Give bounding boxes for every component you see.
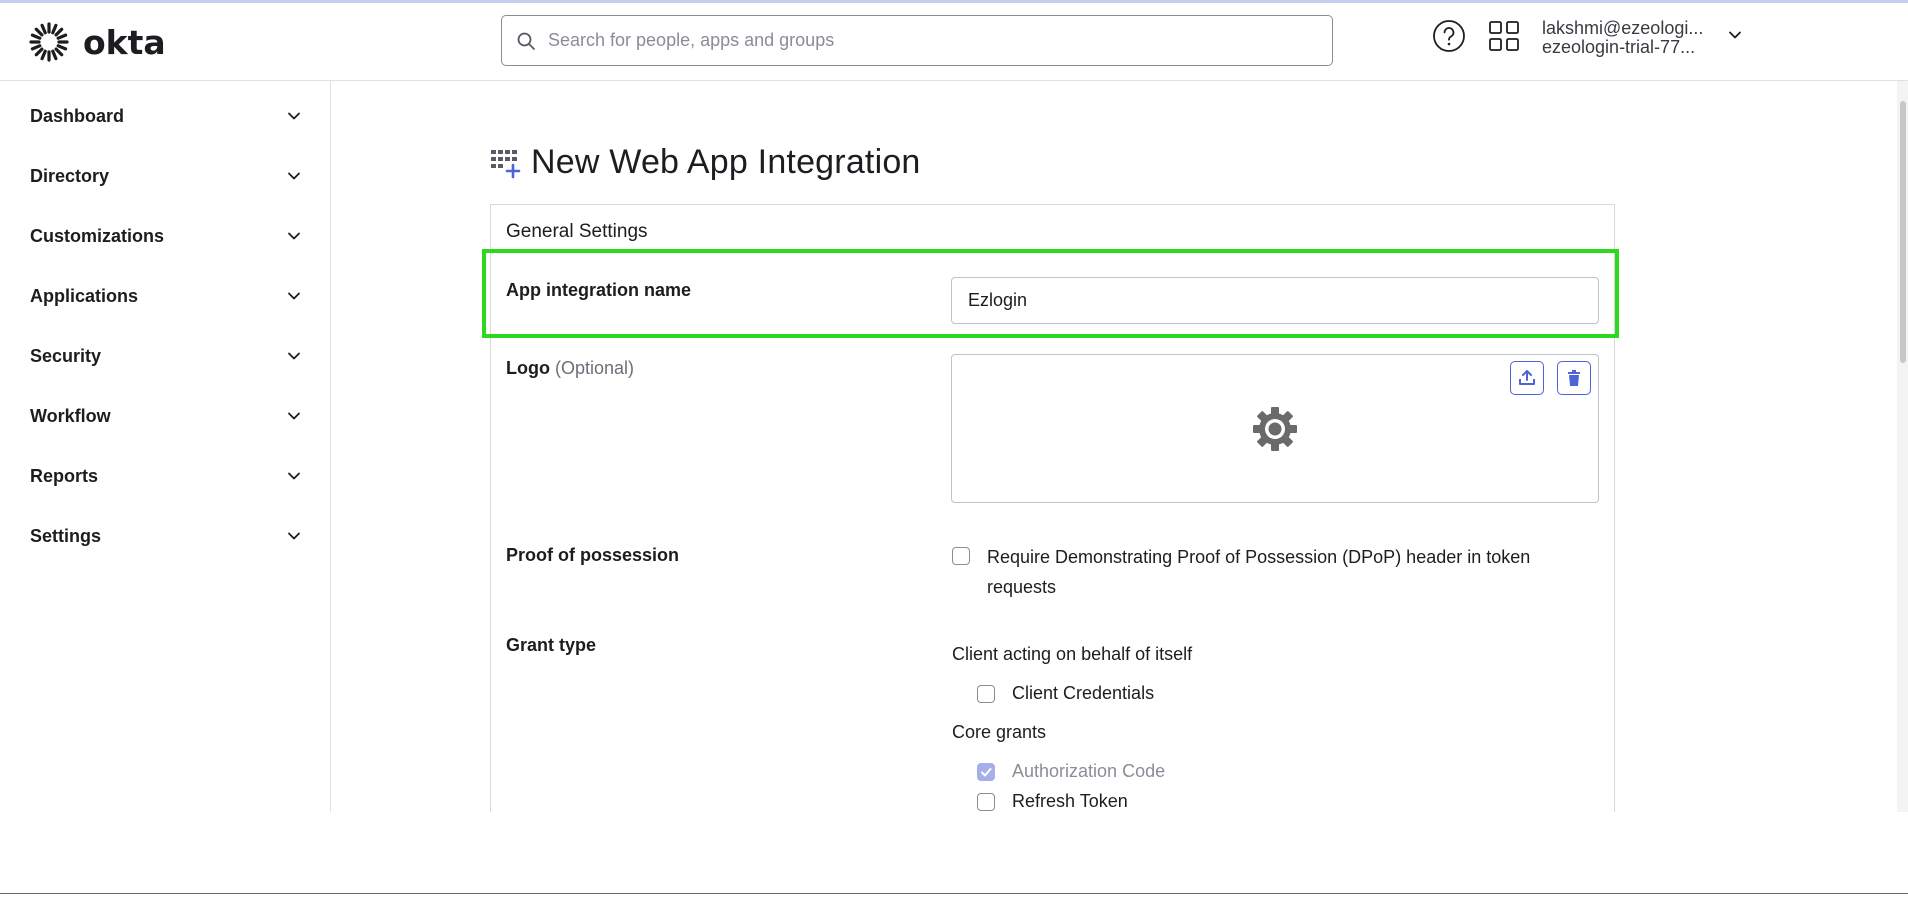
chevron-down-icon[interactable] (1727, 27, 1743, 43)
sidebar-item-workflow[interactable]: Workflow (30, 396, 302, 436)
app-name-input[interactable] (951, 277, 1599, 324)
sidebar-item-customizations[interactable]: Customizations (30, 216, 302, 256)
scrollbar-thumb[interactable] (1900, 101, 1906, 363)
refresh-token-checkbox[interactable] (977, 793, 995, 811)
sidebar-nav: Dashboard Directory Customizations Appli… (0, 81, 331, 812)
chevron-down-icon (288, 112, 300, 120)
sidebar-item-label: Directory (30, 165, 110, 186)
logo-upload-area[interactable] (951, 354, 1599, 503)
chevron-down-icon (288, 292, 300, 300)
user-menu[interactable]: lakshmi@ezeologi... ezeologin-trial-77..… (1542, 15, 1710, 59)
sidebar-item-label: Applications (30, 285, 139, 306)
sidebar-item-label: Security (30, 345, 102, 366)
sidebar-item-applications[interactable]: Applications (30, 276, 302, 316)
client-credentials-checkbox[interactable] (977, 685, 995, 703)
chevron-down-icon (288, 172, 300, 180)
user-org: ezeologin-trial-77... (1542, 37, 1696, 57)
app-grid-icon[interactable] (1488, 20, 1520, 52)
pop-label: Proof of possession (506, 545, 680, 565)
client-group-label: Client acting on behalf of itself (952, 644, 1193, 664)
chevron-down-icon (288, 472, 300, 480)
dpop-checkbox-label[interactable]: Require Demonstrating Proof of Possessio… (987, 542, 1567, 602)
sidebar-item-directory[interactable]: Directory (30, 156, 302, 196)
chevron-down-icon (288, 412, 300, 420)
page-title: New Web App Integration (531, 143, 921, 181)
search-bar[interactable] (501, 15, 1333, 66)
search-input[interactable] (546, 29, 1310, 52)
upload-logo-button[interactable] (1510, 361, 1544, 395)
client-credentials-label[interactable]: Client Credentials (1012, 683, 1154, 704)
bottom-divider (0, 893, 1908, 894)
sidebar-item-security[interactable]: Security (30, 336, 302, 376)
search-icon (517, 32, 535, 50)
sidebar-item-settings[interactable]: Settings (30, 516, 302, 556)
delete-logo-button[interactable] (1557, 361, 1591, 395)
authorization-code-checkbox[interactable] (977, 763, 995, 781)
add-app-grid-icon (491, 149, 521, 178)
core-grants-label: Core grants (952, 722, 1047, 742)
authorization-code-label: Authorization Code (1012, 761, 1166, 781)
app-name-label: App integration name (506, 280, 692, 300)
checkmark-icon (981, 768, 992, 777)
refresh-token-label[interactable]: Refresh Token (1012, 791, 1128, 812)
page-header: New Web App Integration (490, 143, 921, 182)
upload-icon (1519, 370, 1535, 385)
okta-logo[interactable]: okta (29, 22, 166, 62)
top-header: okta lakshmi@ezeologi... ezeologin-trial… (0, 3, 1908, 81)
logo-label-text: Logo (506, 358, 550, 378)
okta-sunburst-icon (29, 22, 69, 62)
chevron-down-icon (288, 532, 300, 540)
trash-icon (1568, 370, 1580, 386)
logo-label: Logo (Optional) (506, 358, 634, 379)
section-title: General Settings (506, 221, 648, 242)
sidebar-item-label: Dashboard (30, 105, 125, 126)
sidebar-item-label: Customizations (30, 225, 165, 246)
bottom-blank-area (0, 812, 1908, 899)
sidebar-item-reports[interactable]: Reports (30, 456, 302, 496)
help-icon[interactable] (1432, 19, 1466, 53)
grant-type-label: Grant type (506, 635, 597, 655)
chevron-down-icon (288, 352, 300, 360)
chevron-down-icon (288, 232, 300, 240)
brand-name: okta (83, 22, 166, 62)
sidebar-item-label: Workflow (30, 405, 111, 426)
gear-icon (1253, 407, 1297, 451)
dpop-checkbox[interactable] (952, 547, 970, 565)
sidebar-item-dashboard[interactable]: Dashboard (30, 96, 302, 136)
optional-tag: (Optional) (555, 358, 635, 378)
sidebar-item-label: Reports (30, 465, 99, 486)
sidebar-item-label: Settings (30, 525, 102, 546)
